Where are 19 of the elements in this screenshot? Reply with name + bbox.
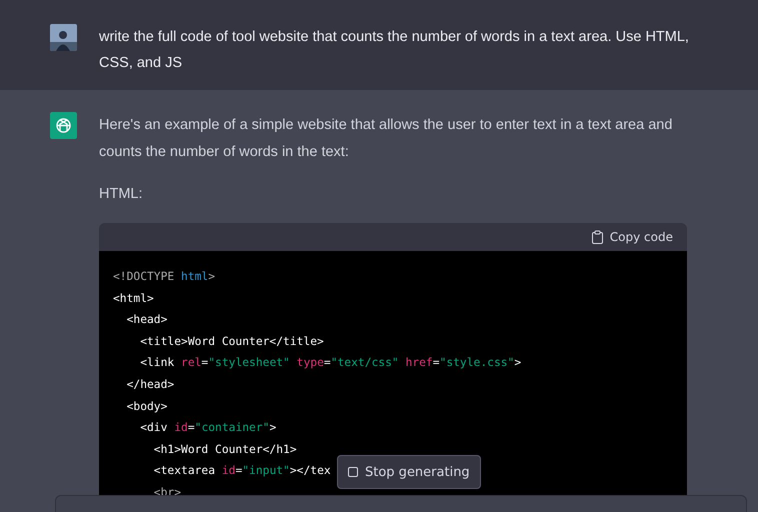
message-text: Here's an example of a simple website that allows the user to enter text in a text area and counts the number of words in the text: [99, 116, 674, 162]
code-line: <h1>Word Counter</h1> [152, 442, 297, 458]
code-line: <html> [113, 290, 154, 307]
stop-generating-button[interactable]: Stop generating [337, 455, 481, 489]
code-line: <title>Word Counter</title> [139, 334, 324, 350]
code-line: </head> [126, 376, 174, 393]
code-line: <textarea id="input"></tex [152, 463, 331, 480]
assistant-logo-icon [50, 112, 77, 139]
code-line: <head> [126, 312, 168, 328]
user-message: write the full code of tool website that counts the number of words in a text area. Use HTML, CSS, and JS [99, 28, 690, 73]
code-line: <div id="container"> [139, 420, 276, 436]
code-line: <!DOCTYPE html> [113, 269, 216, 285]
code-line: <link rel="stylesheet" type="text/css" href="style.css"> [139, 355, 522, 372]
message-text: HTML: [99, 185, 144, 204]
clipboard-icon [590, 230, 604, 244]
copy-code-button[interactable]: Copy code [590, 230, 673, 244]
avatar-icon [50, 24, 77, 51]
stop-icon [348, 467, 358, 477]
code-line: <body> [126, 398, 168, 415]
